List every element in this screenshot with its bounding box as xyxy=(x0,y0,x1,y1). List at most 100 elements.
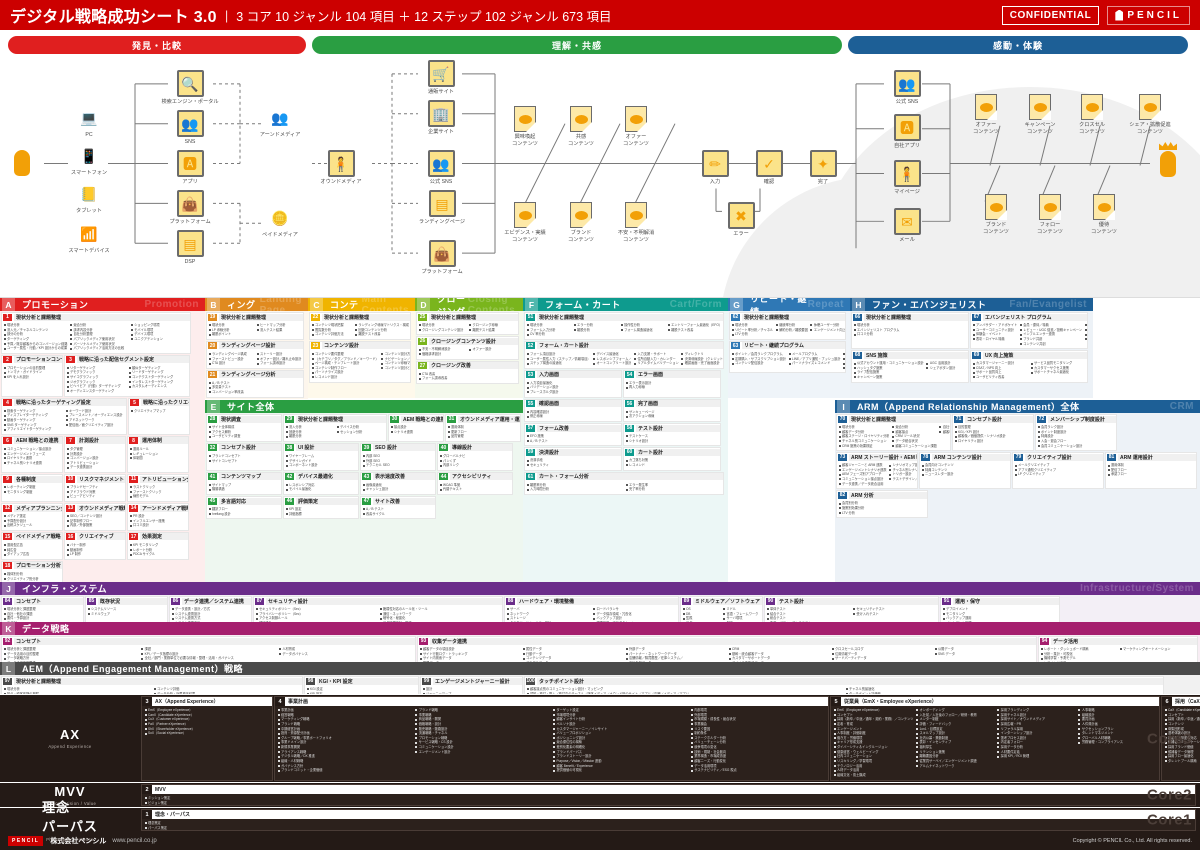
matrix-card[interactable]: 45 多言語対応 翻訳フロー hreflang 設計 xyxy=(206,496,282,520)
matrix-card[interactable]: 16 クリエイティブ バナー制作 動画制作 LP 制作 xyxy=(64,531,126,560)
matrix-card[interactable]: 27 クロージング改善 CTA 改善 フォーム誘導改善 xyxy=(416,360,519,384)
matrix-card[interactable]: 53 入力画面 入力項目最適化 バリデーション設計 プレースホルダ設計 xyxy=(524,369,622,398)
matrix-card[interactable]: 52 フォーム・カート設計 フォーム項目設計 ユーザー属性入力（ステップ／情報項目）ス… xyxy=(524,340,724,369)
matrix-card[interactable]: 46 評価策定 KPI 設定 評価指標 xyxy=(283,496,359,520)
bullet-item: データガバナンス xyxy=(278,652,414,657)
matrix-card[interactable]: 47 サイト改善 A／B テスト 改善サイクル xyxy=(360,496,436,520)
matrix-card[interactable]: 69 UX 向上施策 カスタマージャーニー設計 CSAT／NPS 向上 サポート品質向上… xyxy=(970,350,1088,383)
matrix-card[interactable]: 68 SNS 施策 公式アカウント運用・コミュニケーション設計 ハッシュタグ施策 ライブ… xyxy=(851,350,969,383)
matrix-card[interactable]: 29 現状分析と課題整理 流入分析 回遊分析 離脱分析 デバイス分析 セッション分析 xyxy=(283,414,387,442)
footer-copyright: Copyright © PENCIL Co., Ltd. All rights … xyxy=(1072,838,1192,844)
matrix-card[interactable]: 54 エラー画面 エラー表示設計 再入力導線 xyxy=(623,369,721,398)
matrix-card[interactable]: 67 エバンジェリスト プログラム アンバサダー・アドボケイト ユーザーコミュニティ設… xyxy=(970,312,1088,350)
matrix-card[interactable]: 9 各種制度 レポーティング制度 モニタリング制度 xyxy=(1,474,63,503)
card-title: SNS 施策 xyxy=(864,351,968,359)
matrix-card[interactable]: 56 完了画面 サンキューページ 次アクション導線 xyxy=(623,398,721,423)
matrix-card[interactable]: 30 AEM 戦略との連携 接点設計 シナリオ連携 xyxy=(388,414,444,442)
card-bullets: PR 設計 インフルエンサー施策 口コミ設計 xyxy=(128,512,188,530)
matrix-card[interactable]: 59 決済設計 決済手段 セキュリティ xyxy=(524,447,622,471)
matrix-card[interactable]: 44 アクセシビリティ WCAG 準拠 代替テキスト xyxy=(437,471,513,496)
matrix-card[interactable]: 5戦略に沿ったクリエイティブ設定クリエイティブマップ xyxy=(128,397,190,435)
matrix-card[interactable]: 39 SEO 設計 内部 SEO 外部 SEO テクニカル SEO xyxy=(360,442,436,471)
matrix-card[interactable]: 25 現状分析と課題整理 現状分析 クロージングコンテンツ設計 クロージング導線 離脱テス… xyxy=(416,312,519,336)
matrix-card[interactable]: 4 戦略に沿ったターゲティング設定検索ターゲティング ディスプレイターゲティング 動画… xyxy=(1,397,127,435)
matrix-card[interactable]: 58 テスト設計 テストケース シナリオ設計 xyxy=(623,423,721,447)
matrix-card[interactable]: 17 効果測定 KPI モニタリング レポート分析 PDCA サイクル xyxy=(127,531,189,560)
footer-url[interactable]: www.pencil.co.jp xyxy=(112,838,156,844)
matrix-card[interactable]: 32 コンセプト設計 ブランドコンセプト サイトコンセプト xyxy=(206,442,282,471)
matrix-card[interactable]: 14 アーンドメディア戦略 PR 設計 インフルエンサー施策 口コミ設計 xyxy=(127,503,189,531)
card-header: 78 ARM コンテンツ設計 xyxy=(920,453,1010,461)
matrix-card[interactable]: 55 確認画面 内容確認設計 修正導線 xyxy=(524,398,622,423)
matrix-card[interactable]: 41 コンテンツマップ サイトマップ 階層構造 xyxy=(206,471,282,496)
card-number: 92 xyxy=(3,637,12,645)
card-bullets: 公式アカウント運用・コミュニケーション設計 ハッシュタグ施策 ライブ配信施策 キャンペ… xyxy=(852,359,968,382)
matrix-card[interactable]: 43 表示速度改善 画像最適化 キャッシュ設計 xyxy=(360,471,436,496)
matrix-card[interactable]: 81 ARM 運用設計 運用体制 配信フロー 承認フロー xyxy=(1105,452,1197,490)
card-number: 3 xyxy=(66,356,75,364)
matrix-card[interactable]: 11アトリビューション分析ラストクリックファーストクリック線形モデル xyxy=(127,474,189,503)
matrix-card[interactable]: 61 カート・フォーム分析 離脱率分析 入力時間分析 エラー発生率 完了率分析 xyxy=(524,471,724,495)
tablet-icon: 📒 xyxy=(80,186,98,202)
matrix-card[interactable]: 6 AEM 戦略との連携 コミュニケーション／接点設計 エンゲージメントフェーズ ロイヤ… xyxy=(1,435,63,474)
matrix-card[interactable]: 23 コンテンツ設計 コンテンツ要件整理 （カテゴリ／タグ／ブランド／キーワード） ペー… xyxy=(309,340,411,383)
card-number: 82 xyxy=(838,491,847,499)
core-card[interactable]: 5 従業員（EmX・Employee eXperience） EmX（Employe… xyxy=(830,696,1160,781)
matrix-card[interactable]: 42 デバイス最適化 レスポンシブ対応 モバイル最適化 xyxy=(283,471,359,496)
matrix-card[interactable]: 13 オウンドメディア戦略 SEO／コンテンツ設計 記事制作フロー 内部／外部施策 xyxy=(64,503,126,531)
matrix-card[interactable]: 78 ARM コンテンツ設計 会員向けコンテンツ 特典コンテンツ ニュースレター設計 xyxy=(919,452,1011,490)
bullet-column: メールクリエイティブ アプリ通知クリエイティブ LP クリエイティブ xyxy=(1014,463,1102,477)
matrix-card[interactable]: 18 プロモーション分析 媒体別分析 クリエイティブ別分析 xyxy=(1,560,63,585)
matrix-card[interactable]: 60 カート設計 カゴ落ち対策 レコメンド xyxy=(623,447,721,471)
matrix-card[interactable]: 19 現状分析と課題整理 現状分析 LP 導線分析 離脱ポイント ヒートマップ分析 流入テス… xyxy=(206,312,304,340)
diagram-channel-app: 🅰 アプリ xyxy=(163,150,217,186)
matrix-card[interactable]: 8 運用体制 運用ルール レギュレーション 体制図 xyxy=(127,435,189,474)
matrix-card[interactable]: 31オウンドメディア運用・運用戦略運用体制更新フロー品質管理 xyxy=(445,414,521,442)
matrix-card[interactable]: 40 導線設計 グローバルナビ パンくず 内部リンク xyxy=(437,442,513,471)
matrix-card[interactable]: 20 ランディングページ設計 ランディングページ構成 ファーストビュー設計 CTA 設計… xyxy=(206,340,304,369)
matrix-section-d: DクロージングClosing Contents25現状分析と課題整理現状分析クロ… xyxy=(415,298,523,398)
bullet-item: サポート・FAQ 設計 xyxy=(843,366,845,371)
speech-doc-icon xyxy=(1029,94,1051,120)
bullet-item: オファー設計 xyxy=(468,347,518,352)
coins-icon: 🪙 xyxy=(271,210,289,226)
matrix-card[interactable]: 28 現状調査 サイト全体構成 アクセス解析 ユーザビリティ調査 xyxy=(206,414,282,442)
matrix-card[interactable]: 72 メンバーシップ制度設計 会員ランク設計 ポイント制度設計 特典設計 入会・退会フロー… xyxy=(1035,414,1117,452)
bullet-column: 運用体制 更新フロー 品質管理 xyxy=(447,425,519,439)
matrix-card[interactable]: 79 クリエイティブ設計 メールクリエイティブ アプリ通知クリエイティブ LP クリエイ… xyxy=(1012,452,1104,490)
bullet-column: レスポンシブ対応 モバイル最適化 xyxy=(285,483,357,492)
bullet-column: 検索ターゲティング ディスプレイターゲティング 動画ターゲティング SNS ターゲティ… xyxy=(3,409,63,432)
matrix-card[interactable]: 63 リピート・継続プログラム ポイント／会員ランクプログラム 定期購入・サブスクリプ… xyxy=(729,340,846,374)
matrix-card[interactable]: 21 ランディングページ分析 A／B テスト 多変量テスト コンバージョン率改善 xyxy=(206,369,304,398)
matrix-card[interactable]: 10 リスクマネジメント ブランドセーフティ アドフラウド対策 ビューアビリティ xyxy=(64,474,126,503)
matrix-card[interactable]: 51 現状分析と課題整理 現状分析 フォーム入力分析 CV 率分析 エラー分析 離脱分析 操作… xyxy=(524,312,724,340)
matrix-card[interactable]: 22 現状分析と課題整理 コンテンツ現状把握 閲覧数分析 コンテンツ評価方法 ランディング… xyxy=(309,312,411,340)
matrix-card[interactable]: 57 フォーム改善 EFO 施策 A／B テスト xyxy=(524,423,622,447)
matrix-card[interactable]: 73ARM ストーリー設計・AEM 戦略との連携顧客ジャーニーと ARM 連携エ… xyxy=(836,452,918,490)
card-header: 41 コンテンツマップ xyxy=(207,473,281,481)
matrix-card[interactable]: 7 計測設計 タグ管理 計測設計 コンバージョン設計 アトリビューション データ連携設計 xyxy=(64,435,126,474)
matrix-card[interactable]: 38 UI 設計 ワイヤーフレーム デザインガイド コンポーネント設計 xyxy=(283,442,359,471)
card-header: 56 完了画面 xyxy=(624,400,720,408)
matrix-card[interactable]: 15 ペイドメディア戦略 運用型広告 純広告 タイアップ広告 xyxy=(1,531,63,560)
card-header: 4 戦略に沿ったターゲティング設定 xyxy=(2,399,126,407)
core-card[interactable]: 2MVV ミッション策定ビジョン策定バリュー策定行動指針／浸透施策／社内浸透・ブラ… xyxy=(141,784,1196,806)
core-card[interactable]: 1 理念・パーパス 理念策定 パーパス策定 xyxy=(141,809,1196,831)
matrix-card[interactable]: 62 現状分析と課題整理 現状分析 リピート率分析／チャネル LTV 分析 継続率分析 解約… xyxy=(729,312,846,340)
matrix-card[interactable]: 1 現状分析と課題整理 現状分析 流入元／チャネルコンテンツ 部分の分析 ターゲティング予… xyxy=(1,312,191,354)
matrix-card[interactable]: 66 現状分析と課題整理 現状分析 エバンジェリスト プログラム 口コミ分析 xyxy=(851,312,969,350)
bullet-item: 配信面／面クリエイティブ設計 xyxy=(65,423,125,428)
matrix-card[interactable]: 71 コンセプト設計 目的整理 KGI／KPI 設計 顧客像／価値提供・シナリオ設計 ロイ… xyxy=(952,414,1034,452)
matrix-card[interactable]: 3 戦略に沿った配信セグメント設定 リターゲティング デモグラフィック サイコグラフィッ… xyxy=(64,354,190,397)
card-bullets: ブランドセーフティ アドフラウド対策 ビューアビリティ xyxy=(65,483,125,501)
core-card[interactable]: 3 AX（Append Experience） EmX（Employee eXper… xyxy=(141,696,273,781)
matrix-card[interactable]: 2プロモーションコンセプト設計プロモーションの目的整理トンマナ・ガイドラインKP… xyxy=(1,354,63,397)
card-number: 88 xyxy=(506,597,515,605)
matrix-card[interactable]: 70 現状分析と課題整理 現状分析 顧客データ分析 顧客ステージ・ロイヤリティ分析 チャネ… xyxy=(836,414,951,452)
matrix-card[interactable]: 82 ARM 分析 会員別分析 施策別効果分析 LTV 分析 xyxy=(836,490,928,519)
matrix-card[interactable]: 26 クロージングコンテンツ設計 不安・不明解消設計 価格訴求設計 オファー設計 xyxy=(416,336,519,360)
card-header: 57 フォーム改善 xyxy=(525,424,621,432)
matrix-card[interactable]: 12 メディアプランニング メディア選定 予算配分設計 出稿スケジュール xyxy=(1,503,63,531)
core-card[interactable]: 4 事業計画 事業計画 経営戦略 マーケティング戦略 ブランド戦略 中期経営計画 投資・資源配… xyxy=(274,696,829,781)
bullet-column: 運用ルール レギュレーション 体制図 xyxy=(129,447,187,461)
